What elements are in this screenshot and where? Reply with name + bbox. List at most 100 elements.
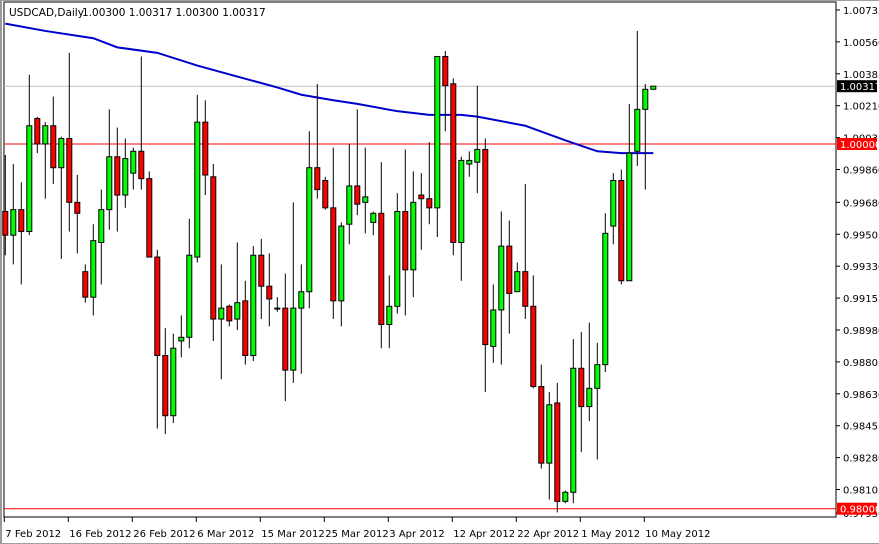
level-price-label: 0.98000 (840, 505, 879, 516)
bull-candle-body (370, 212, 377, 223)
bull-candle-body (178, 336, 185, 342)
bull-candle-body (514, 271, 521, 293)
bear-candle-body (522, 271, 529, 307)
y-axis-tick-label: 1.00385 (843, 70, 879, 81)
x-axis-tick-label: 22 Apr 2012 (517, 529, 579, 540)
bear-candle-body (378, 212, 385, 326)
y-axis-tick-label: 1.00560 (843, 38, 879, 49)
bull-candle-body (362, 196, 369, 203)
bull-candle-body (586, 387, 593, 408)
bear-candle-body (402, 210, 409, 271)
bear-candle-body (578, 367, 585, 408)
y-axis-tick-label: 0.98630 (843, 390, 879, 401)
chart-ohlc-readout: 1.00300 1.00317 1.00300 1.00317 (82, 7, 266, 19)
bear-candle-body (354, 185, 361, 205)
bull-candle-body (90, 240, 97, 298)
bear-candle-body (418, 194, 425, 200)
bull-candle-body (650, 85, 657, 90)
x-axis-tick-label: 16 Feb 2012 (69, 529, 131, 540)
bear-candle-body (114, 156, 121, 196)
bear-candle-body (554, 402, 561, 502)
bull-candle-body (602, 232, 609, 366)
y-axis-tick-label: 0.99330 (843, 262, 879, 273)
bull-candle-body (594, 364, 601, 389)
bull-candle-body (434, 55, 441, 209)
bear-candle-body (426, 198, 433, 209)
bear-candle-body (242, 300, 249, 357)
bear-candle-body (506, 245, 513, 295)
bull-candle-body (234, 302, 241, 320)
bull-candle-body (642, 88, 649, 110)
bull-candle-body (626, 152, 633, 282)
bear-candle-body (18, 209, 25, 233)
bull-candle-body (194, 121, 201, 258)
candle (250, 246, 257, 361)
bull-candle-body (546, 404, 553, 464)
bear-candle-body (162, 355, 169, 417)
bear-candle-body (314, 167, 321, 191)
plot-area (3, 1, 837, 518)
bull-candle-body (130, 150, 137, 174)
y-axis-tick-label: 1.00735 (843, 6, 879, 17)
bull-candle-body (410, 201, 417, 271)
x-axis-tick-label: 25 Mar 2012 (325, 529, 388, 540)
price-chart[interactable]: 1.007351.005601.003851.002101.000350.998… (0, 0, 879, 544)
y-axis-tick-label: 0.98980 (843, 326, 879, 337)
bull-candle-body (298, 291, 305, 309)
bear-candle-body (50, 125, 57, 169)
bull-candle-body (466, 159, 473, 165)
candle (146, 171, 153, 258)
bear-candle-body (82, 271, 89, 298)
level-price-label: 1.00000 (840, 140, 879, 151)
candle (562, 490, 569, 504)
bear-candle-body (146, 178, 153, 258)
bull-candle-body (98, 209, 105, 243)
candle (650, 85, 657, 90)
bull-candle-body (634, 108, 641, 152)
bear-candle-body (282, 307, 289, 371)
bear-candle-body (202, 121, 209, 176)
candle (322, 176, 329, 210)
bear-candle-body (138, 150, 145, 180)
candle (450, 78, 457, 256)
bear-candle-body (538, 386, 545, 464)
bull-candle-body (186, 254, 193, 338)
x-axis-tick-label: 3 Apr 2012 (389, 529, 444, 540)
candle (602, 213, 609, 372)
bull-candle-body (458, 159, 465, 243)
y-axis-tick-label: 0.98105 (843, 486, 879, 497)
bull-candle-body (338, 225, 345, 302)
y-axis-tick-label: 1.00210 (843, 102, 879, 113)
y-axis-tick-label: 0.98805 (843, 358, 879, 369)
bull-candle-body (106, 156, 113, 211)
bull-candle-body (274, 307, 281, 310)
candle (618, 169, 625, 285)
bull-candle-body (474, 148, 481, 163)
bull-candle-body (58, 138, 65, 169)
bull-candle-body (42, 125, 49, 145)
bull-candle-body (394, 210, 401, 307)
chart-symbol-timeframe: USDCAD,Daily (9, 7, 84, 19)
bear-candle-body (226, 305, 233, 322)
bear-candle-body (34, 117, 41, 145)
bull-candle-body (26, 125, 33, 233)
bull-candle-body (306, 167, 313, 293)
bear-candle-body (618, 179, 625, 282)
candle (394, 193, 401, 314)
bull-candle-body (250, 254, 257, 357)
bull-candle-body (290, 307, 297, 371)
y-axis-tick-label: 0.98455 (843, 422, 879, 433)
candle (210, 164, 217, 341)
y-axis-tick-label: 0.99155 (843, 294, 879, 305)
bear-candle-body (2, 210, 9, 236)
y-axis-tick-label: 0.99860 (843, 166, 879, 177)
bull-candle-body (10, 209, 17, 236)
y-axis-tick-label: 0.99680 (843, 198, 879, 209)
bear-candle-body (66, 138, 73, 203)
bull-candle-body (122, 158, 129, 196)
bull-candle-body (218, 307, 225, 320)
bear-candle-body (154, 256, 161, 357)
bear-candle-body (450, 83, 457, 243)
x-axis-tick-label: 7 Feb 2012 (5, 529, 61, 540)
bull-candle-body (498, 245, 505, 311)
